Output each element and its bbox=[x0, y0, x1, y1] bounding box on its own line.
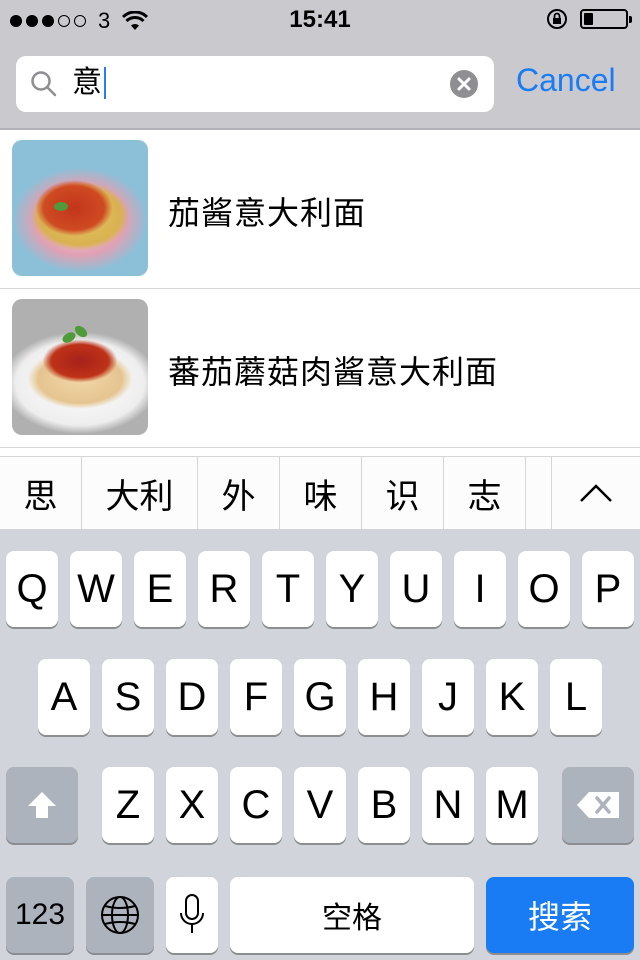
key-j[interactable]: J bbox=[422, 659, 474, 735]
search-icon bbox=[31, 71, 57, 97]
key-c[interactable]: C bbox=[230, 767, 282, 843]
candidate-word[interactable]: 志 bbox=[444, 457, 526, 529]
backspace-icon bbox=[577, 792, 619, 818]
dictation-key[interactable] bbox=[166, 877, 218, 953]
recipe-thumbnail bbox=[12, 299, 148, 435]
candidate-word[interactable]: 味 bbox=[280, 457, 362, 529]
shift-icon bbox=[28, 792, 56, 818]
key-m[interactable]: M bbox=[486, 767, 538, 843]
delete-key[interactable] bbox=[562, 767, 634, 843]
key-i[interactable]: I bbox=[454, 551, 506, 627]
recipe-thumbnail bbox=[12, 140, 148, 276]
shift-key[interactable] bbox=[6, 767, 78, 843]
keyboard: Q W E R T Y U I O P A S D F G H J K L Z … bbox=[0, 529, 640, 960]
candidate-word[interactable]: 外 bbox=[198, 457, 280, 529]
search-query-text: 意 bbox=[72, 66, 102, 99]
candidate-word[interactable]: 大利 bbox=[82, 457, 198, 529]
microphone-icon bbox=[180, 894, 204, 933]
key-d[interactable]: D bbox=[166, 659, 218, 735]
key-s[interactable]: S bbox=[102, 659, 154, 735]
key-x[interactable]: X bbox=[166, 767, 218, 843]
search-header: 意 Cancel bbox=[0, 40, 640, 130]
key-p[interactable]: P bbox=[582, 551, 634, 627]
search-input[interactable]: 意 bbox=[16, 56, 494, 112]
key-v[interactable]: V bbox=[294, 767, 346, 843]
key-u[interactable]: U bbox=[390, 551, 442, 627]
key-n[interactable]: N bbox=[422, 767, 474, 843]
result-title: 蕃茄蘑菇肉酱意大利面 bbox=[168, 354, 499, 390]
search-results-list: 茄酱意大利面 蕃茄蘑菇肉酱意大利面 bbox=[0, 130, 640, 448]
globe-icon bbox=[101, 896, 139, 934]
battery-level bbox=[584, 13, 593, 25]
key-w[interactable]: W bbox=[70, 551, 122, 627]
cancel-button[interactable]: Cancel bbox=[516, 62, 616, 99]
candidate-word[interactable]: 思 bbox=[0, 457, 82, 529]
clock: 15:41 bbox=[289, 6, 351, 33]
key-b[interactable]: B bbox=[358, 767, 410, 843]
garnish bbox=[54, 202, 68, 211]
key-o[interactable]: O bbox=[518, 551, 570, 627]
key-g[interactable]: G bbox=[294, 659, 346, 735]
rotation-lock-icon bbox=[547, 9, 567, 29]
numbers-key[interactable]: 123 bbox=[6, 877, 74, 953]
key-a[interactable]: A bbox=[38, 659, 90, 735]
expand-candidates-button[interactable] bbox=[551, 457, 640, 529]
key-e[interactable]: E bbox=[134, 551, 186, 627]
chevron-up-icon bbox=[580, 484, 612, 502]
key-t[interactable]: T bbox=[262, 551, 314, 627]
key-z[interactable]: Z bbox=[102, 767, 154, 843]
clear-search-button[interactable] bbox=[450, 70, 478, 98]
result-title: 茄酱意大利面 bbox=[168, 195, 367, 231]
status-bar: 3 15:41 bbox=[0, 0, 640, 40]
key-y[interactable]: Y bbox=[326, 551, 378, 627]
list-item[interactable]: 茄酱意大利面 bbox=[0, 130, 640, 289]
key-f[interactable]: F bbox=[230, 659, 282, 735]
key-k[interactable]: K bbox=[486, 659, 538, 735]
divider bbox=[30, 447, 640, 448]
space-key[interactable]: 空格 bbox=[230, 877, 474, 953]
battery-icon bbox=[580, 9, 632, 29]
list-item[interactable]: 蕃茄蘑菇肉酱意大利面 bbox=[0, 289, 640, 448]
candidate-bar: 思 大利 外 味 识 志 bbox=[0, 456, 640, 530]
globe-key[interactable] bbox=[86, 877, 154, 953]
key-q[interactable]: Q bbox=[6, 551, 58, 627]
text-caret bbox=[104, 67, 106, 99]
key-l[interactable]: L bbox=[550, 659, 602, 735]
search-key[interactable]: 搜索 bbox=[486, 877, 634, 953]
key-r[interactable]: R bbox=[198, 551, 250, 627]
clear-icon bbox=[457, 77, 471, 91]
candidate-word[interactable]: 识 bbox=[362, 457, 444, 529]
key-h[interactable]: H bbox=[358, 659, 410, 735]
